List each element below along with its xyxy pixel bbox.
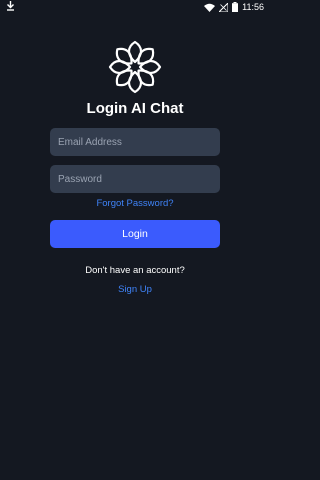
download-icon xyxy=(6,1,15,13)
status-bar: 11:56 xyxy=(0,0,270,14)
battery-icon xyxy=(232,2,239,12)
sign-up-link[interactable]: Sign Up xyxy=(0,284,270,295)
login-button[interactable]: Login xyxy=(50,220,220,248)
wifi-icon xyxy=(204,3,216,12)
flower-logo-icon xyxy=(108,40,162,94)
status-right: 11:56 xyxy=(204,2,264,12)
status-left xyxy=(6,1,15,13)
status-time: 11:56 xyxy=(242,2,264,12)
forgot-password-link[interactable]: Forgot Password? xyxy=(0,198,270,209)
signal-icon xyxy=(219,2,229,12)
page-title: Login AI Chat xyxy=(86,100,184,117)
password-field[interactable] xyxy=(50,165,220,193)
no-account-text: Don't have an account? xyxy=(85,265,185,276)
email-field[interactable] xyxy=(50,128,220,156)
